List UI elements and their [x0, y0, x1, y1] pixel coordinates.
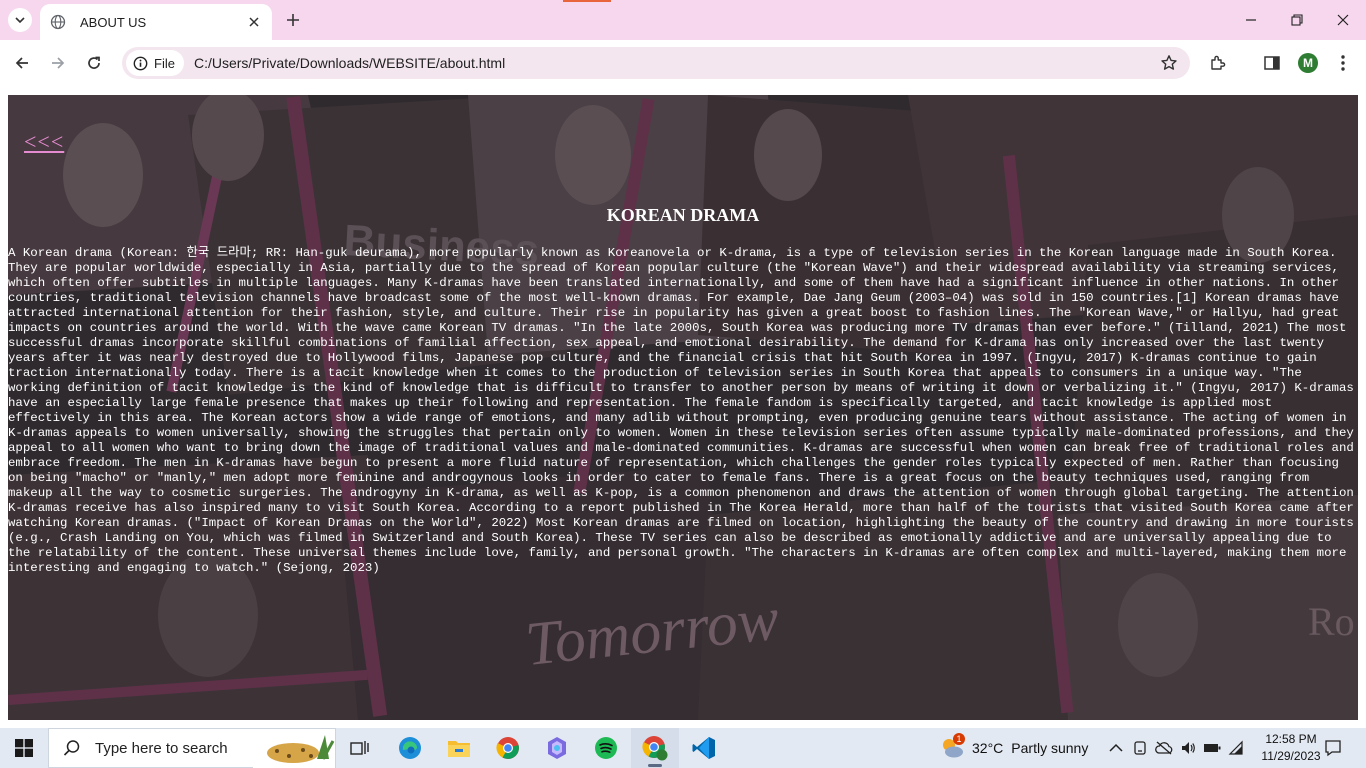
spotify-icon [595, 737, 617, 759]
taskbar-copilot-app[interactable] [533, 728, 581, 768]
profile-avatar[interactable]: M [1298, 53, 1318, 73]
side-panel-icon[interactable] [1259, 50, 1285, 76]
volume-icon[interactable] [1178, 738, 1198, 758]
partly-sunny-icon: 1 [940, 733, 965, 760]
taskbar-chrome[interactable] [484, 728, 532, 768]
notification-center-icon[interactable] [1322, 737, 1344, 759]
reload-button[interactable] [80, 49, 108, 77]
windows-logo-icon [15, 739, 33, 757]
edge-icon [399, 737, 421, 759]
clock-time: 12:58 PM [1265, 732, 1317, 746]
system-clock[interactable]: 12:58 PM 11/29/2023 [1256, 731, 1326, 765]
taskbar-vscode[interactable] [680, 728, 728, 768]
restore-icon [1291, 14, 1303, 26]
minimize-icon [1246, 19, 1256, 21]
taskbar-spotify[interactable] [582, 728, 630, 768]
arrow-right-icon [52, 57, 65, 69]
chevron-down-icon [15, 17, 25, 24]
weather-alert-badge: 1 [953, 733, 965, 745]
extensions-icon[interactable] [1205, 50, 1231, 76]
reload-icon [88, 56, 100, 69]
arrow-left-icon [15, 57, 28, 69]
address-bar[interactable]: File C:/Users/Private/Downloads/WEBSITE/… [122, 47, 1190, 79]
task-view-button[interactable] [336, 728, 384, 768]
plus-icon [287, 14, 299, 26]
globe-icon [50, 14, 66, 30]
search-placeholder: Type here to search [95, 739, 228, 757]
search-highlight-illustration [253, 729, 335, 768]
forward-button[interactable] [44, 49, 72, 77]
taskbar-file-explorer[interactable] [435, 728, 483, 768]
search-icon [63, 740, 80, 756]
task-view-icon [350, 741, 369, 755]
weather-description: Partly sunny [1011, 740, 1089, 756]
chrome-profile-icon [642, 736, 668, 761]
folder-icon [448, 741, 470, 757]
close-window-button[interactable] [1320, 0, 1366, 40]
browser-menu-icon[interactable] [1330, 50, 1356, 76]
cloud-offline-icon[interactable] [1154, 738, 1174, 758]
close-icon [1337, 14, 1349, 26]
bookmark-star-icon[interactable] [1160, 54, 1178, 77]
site-info-chip[interactable]: File [126, 50, 184, 76]
vscode-icon [692, 737, 715, 759]
show-hidden-icons-chevron-icon[interactable] [1106, 738, 1126, 758]
taskbar-edge[interactable] [386, 728, 434, 768]
windows-taskbar: Type here to search 1 32°C Partly sunny … [0, 728, 1366, 768]
tab-strip-accent [563, 0, 611, 2]
battery-icon[interactable] [1202, 738, 1222, 758]
bg-word-ro: Ro [1308, 599, 1355, 644]
touch-keyboard-icon[interactable] [1130, 738, 1150, 758]
weather-widget[interactable]: 1 32°C Partly sunny [940, 728, 1088, 768]
article-paragraph: A Korean drama (Korean: 한국 드라마; RR: Han-… [8, 246, 1354, 575]
site-chip-label: File [154, 55, 175, 71]
chrome-icon [496, 737, 519, 759]
taskbar-chrome-profile-active[interactable] [631, 728, 679, 768]
tab-strip: ABOUT US [0, 0, 1366, 40]
tab-search-button[interactable] [8, 8, 32, 32]
new-tab-button[interactable] [282, 9, 304, 31]
tab-title: ABOUT US [80, 14, 147, 30]
copilot-icon [548, 737, 566, 759]
weather-temperature: 32°C [972, 740, 1004, 756]
restore-button[interactable] [1274, 0, 1320, 40]
clock-date: 11/29/2023 [1261, 749, 1321, 763]
url-text[interactable]: C:/Users/Private/Downloads/WEBSITE/about… [194, 55, 1190, 71]
back-link[interactable]: <<< [24, 129, 64, 155]
info-icon [133, 56, 148, 70]
page-title: KOREAN DRAMA [606, 205, 760, 225]
close-tab-icon[interactable] [244, 12, 264, 32]
page-viewport: Business Tomorrow Ro <<< KOREAN DRAMA A … [8, 95, 1358, 720]
start-button[interactable] [0, 728, 48, 768]
back-button[interactable] [8, 49, 36, 77]
browser-tab[interactable]: ABOUT US [40, 4, 272, 40]
wifi-icon[interactable] [1226, 738, 1246, 758]
minimize-button[interactable] [1228, 0, 1274, 40]
browser-toolbar: File C:/Users/Private/Downloads/WEBSITE/… [0, 40, 1366, 86]
taskbar-search-box[interactable]: Type here to search [48, 728, 336, 768]
